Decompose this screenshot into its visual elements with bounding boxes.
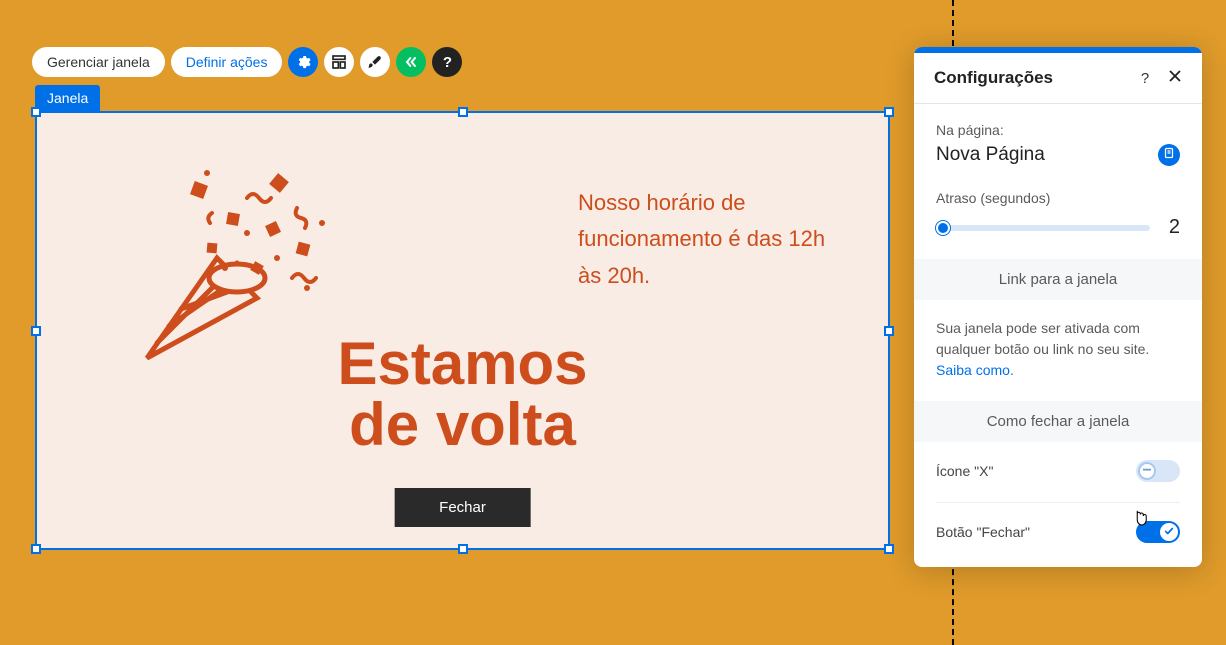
cursor-pointer-icon [1132,508,1150,535]
toggle-knob [1160,523,1178,541]
question-icon: ? [1141,70,1149,87]
on-page-section: Na página: Nova Página [914,104,1202,186]
animation-button[interactable] [396,47,426,77]
define-actions-button[interactable]: Definir ações [171,47,283,77]
popup-canvas-frame[interactable]: Nosso horário de funcionamento é das 12h… [35,111,890,550]
layout-icon [331,54,347,70]
layout-button[interactable] [324,47,354,77]
link-section-heading: Link para a janela [914,259,1202,300]
panel-help-button[interactable]: ? [1138,71,1152,85]
settings-gear-button[interactable] [288,47,318,77]
resize-handle-bottom[interactable] [458,544,468,554]
popup-hours-text: Nosso horário de funcionamento é das 12h… [578,185,838,294]
help-button[interactable]: ? [432,47,462,77]
toggle-knob: − [1138,462,1156,480]
link-description: Sua janela pode ser ativada com qualquer… [936,318,1180,381]
brush-icon [367,54,383,70]
popup-headline-line2: de volta [349,391,576,458]
learn-how-link-text: Saiba como [936,362,1010,378]
page-name-value[interactable]: Nova Página [936,144,1045,166]
x-icon-toggle[interactable]: − [1136,460,1180,482]
close-button-toggle-row: Botão "Fechar" [914,503,1202,567]
delay-section: Atraso (segundos) 2 [914,186,1202,259]
editor-toolbar: Gerenciar janela Definir ações ? [32,47,462,77]
link-description-text: Sua janela pode ser ativada com qualquer… [936,320,1149,357]
delay-value: 2 [1164,216,1180,239]
check-icon [1164,526,1174,539]
popup-headline: Estamos de volta [37,333,888,455]
close-button-toggle-label: Botão "Fechar" [936,524,1030,540]
panel-title: Configurações [934,68,1138,88]
settings-panel: Configurações ? Na página: Nova Página A… [914,47,1202,567]
link-section: Sua janela pode ser ativada com qualquer… [914,300,1202,401]
x-icon-toggle-label: Ícone "X" [936,463,993,479]
resize-handle-bottom-left[interactable] [31,544,41,554]
manage-window-button[interactable]: Gerenciar janela [32,47,165,77]
panel-close-button[interactable] [1168,71,1182,85]
question-icon: ? [443,54,452,71]
learn-how-link[interactable]: Saiba como. [936,362,1014,378]
resize-handle-bottom-right[interactable] [884,544,894,554]
delay-slider-thumb[interactable] [936,221,950,235]
gear-icon [295,54,311,70]
minus-icon: − [1142,462,1151,480]
resize-handle-top-right[interactable] [884,107,894,117]
animation-chevrons-icon [403,54,419,70]
close-section-heading: Como fechar a janela [914,401,1202,442]
close-icon [1169,69,1181,87]
popup-close-button[interactable]: Fechar [394,488,531,527]
page-icon [1163,146,1175,164]
selection-element-tag[interactable]: Janela [35,85,100,111]
resize-handle-top-left[interactable] [31,107,41,117]
x-icon-toggle-row: Ícone "X" − [914,442,1202,502]
popup-headline-line1: Estamos [337,330,587,397]
delay-slider[interactable] [936,225,1150,231]
design-brush-button[interactable] [360,47,390,77]
on-page-label: Na página: [936,122,1180,138]
panel-header: Configurações ? [914,53,1202,103]
resize-handle-top[interactable] [458,107,468,117]
page-link-icon-button[interactable] [1158,144,1180,166]
delay-label: Atraso (segundos) [936,190,1180,206]
